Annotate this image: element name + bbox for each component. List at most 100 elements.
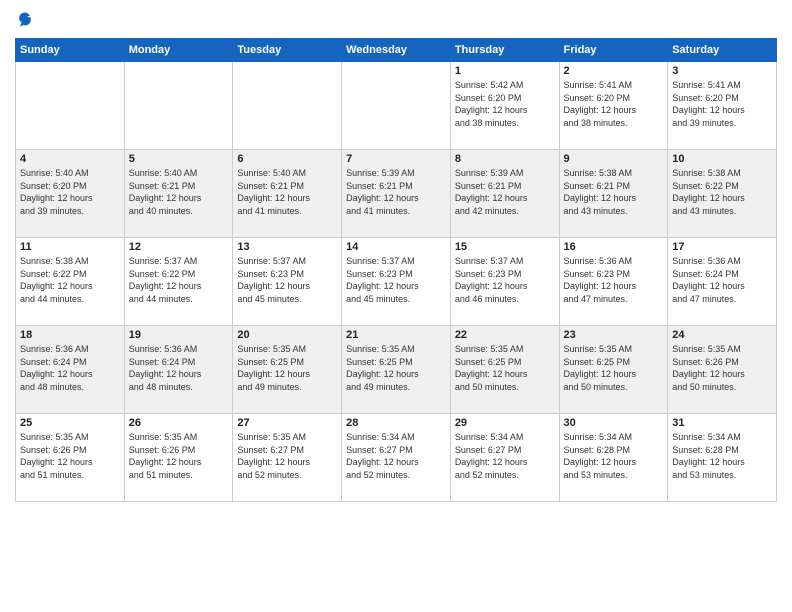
weekday-header-sunday: Sunday bbox=[16, 39, 125, 62]
day-info: Sunrise: 5:35 AM Sunset: 6:26 PM Dayligh… bbox=[20, 431, 120, 481]
day-number: 19 bbox=[129, 329, 229, 341]
calendar-cell: 4 Sunrise: 5:40 AM Sunset: 6:20 PM Daylig… bbox=[16, 150, 125, 238]
calendar-cell: 26 Sunrise: 5:35 AM Sunset: 6:26 PM Dayli… bbox=[124, 414, 233, 502]
day-number: 4 bbox=[20, 153, 120, 165]
day-number: 27 bbox=[237, 417, 337, 429]
day-info: Sunrise: 5:37 AM Sunset: 6:23 PM Dayligh… bbox=[455, 255, 555, 305]
day-number: 20 bbox=[237, 329, 337, 341]
day-info: Sunrise: 5:37 AM Sunset: 6:22 PM Dayligh… bbox=[129, 255, 229, 305]
day-number: 17 bbox=[672, 241, 772, 253]
weekday-header-wednesday: Wednesday bbox=[342, 39, 451, 62]
logo bbox=[15, 10, 39, 30]
day-number: 25 bbox=[20, 417, 120, 429]
calendar-cell: 1 Sunrise: 5:42 AM Sunset: 6:20 PM Daylig… bbox=[450, 62, 559, 150]
day-number: 9 bbox=[564, 153, 664, 165]
logo-bird-icon bbox=[15, 10, 35, 30]
day-number: 11 bbox=[20, 241, 120, 253]
day-number: 23 bbox=[564, 329, 664, 341]
calendar-cell: 6 Sunrise: 5:40 AM Sunset: 6:21 PM Daylig… bbox=[233, 150, 342, 238]
day-info: Sunrise: 5:41 AM Sunset: 6:20 PM Dayligh… bbox=[672, 79, 772, 129]
calendar-cell: 29 Sunrise: 5:34 AM Sunset: 6:27 PM Dayli… bbox=[450, 414, 559, 502]
calendar-cell: 20 Sunrise: 5:35 AM Sunset: 6:25 PM Dayli… bbox=[233, 326, 342, 414]
day-info: Sunrise: 5:36 AM Sunset: 6:24 PM Dayligh… bbox=[129, 343, 229, 393]
day-number: 15 bbox=[455, 241, 555, 253]
day-number: 12 bbox=[129, 241, 229, 253]
calendar-cell: 23 Sunrise: 5:35 AM Sunset: 6:25 PM Dayli… bbox=[559, 326, 668, 414]
calendar-cell: 22Sunrise: 5:35 AM Sunset: 6:25 PM Dayli… bbox=[450, 326, 559, 414]
day-number: 30 bbox=[564, 417, 664, 429]
day-info: Sunrise: 5:39 AM Sunset: 6:21 PM Dayligh… bbox=[455, 167, 555, 217]
day-info: Sunrise: 5:40 AM Sunset: 6:21 PM Dayligh… bbox=[237, 167, 337, 217]
day-number: 8 bbox=[455, 153, 555, 165]
calendar-cell: 8 Sunrise: 5:39 AM Sunset: 6:21 PM Daylig… bbox=[450, 150, 559, 238]
day-number: 2 bbox=[564, 65, 664, 77]
day-info: Sunrise: 5:34 AM Sunset: 6:28 PM Dayligh… bbox=[564, 431, 664, 481]
calendar-cell: 27 Sunrise: 5:35 AM Sunset: 6:27 PM Dayli… bbox=[233, 414, 342, 502]
calendar-week-5: 25 Sunrise: 5:35 AM Sunset: 6:26 PM Dayli… bbox=[16, 414, 777, 502]
day-info: Sunrise: 5:41 AM Sunset: 6:20 PM Dayligh… bbox=[564, 79, 664, 129]
day-info: Sunrise: 5:42 AM Sunset: 6:20 PM Dayligh… bbox=[455, 79, 555, 129]
day-info: Sunrise: 5:35 AM Sunset: 6:25 PM Dayligh… bbox=[455, 343, 555, 393]
calendar-cell: 28 Sunrise: 5:34 AM Sunset: 6:27 PM Dayli… bbox=[342, 414, 451, 502]
calendar-cell: 2 Sunrise: 5:41 AM Sunset: 6:20 PM Daylig… bbox=[559, 62, 668, 150]
calendar-cell: 18 Sunrise: 5:36 AM Sunset: 6:24 PM Dayli… bbox=[16, 326, 125, 414]
calendar-cell: 17 Sunrise: 5:36 AM Sunset: 6:24 PM Dayli… bbox=[668, 238, 777, 326]
day-info: Sunrise: 5:37 AM Sunset: 6:23 PM Dayligh… bbox=[346, 255, 446, 305]
day-info: Sunrise: 5:36 AM Sunset: 6:24 PM Dayligh… bbox=[672, 255, 772, 305]
day-info: Sunrise: 5:35 AM Sunset: 6:25 PM Dayligh… bbox=[237, 343, 337, 393]
day-number: 7 bbox=[346, 153, 446, 165]
calendar-cell bbox=[342, 62, 451, 150]
calendar-cell: 25 Sunrise: 5:35 AM Sunset: 6:26 PM Dayli… bbox=[16, 414, 125, 502]
day-number: 29 bbox=[455, 417, 555, 429]
calendar-cell: 15 Sunrise: 5:37 AM Sunset: 6:23 PM Dayli… bbox=[450, 238, 559, 326]
day-number: 18 bbox=[20, 329, 120, 341]
calendar-header: SundayMondayTuesdayWednesdayThursdayFrid… bbox=[16, 39, 777, 62]
day-info: Sunrise: 5:38 AM Sunset: 6:21 PM Dayligh… bbox=[564, 167, 664, 217]
calendar-week-1: 1 Sunrise: 5:42 AM Sunset: 6:20 PM Daylig… bbox=[16, 62, 777, 150]
calendar-cell: 13 Sunrise: 5:37 AM Sunset: 6:23 PM Dayli… bbox=[233, 238, 342, 326]
day-number: 21 bbox=[346, 329, 446, 341]
day-info: Sunrise: 5:35 AM Sunset: 6:26 PM Dayligh… bbox=[672, 343, 772, 393]
calendar-cell: 10Sunrise: 5:38 AM Sunset: 6:22 PM Dayli… bbox=[668, 150, 777, 238]
day-info: Sunrise: 5:35 AM Sunset: 6:25 PM Dayligh… bbox=[564, 343, 664, 393]
day-number: 31 bbox=[672, 417, 772, 429]
weekday-header-tuesday: Tuesday bbox=[233, 39, 342, 62]
day-number: 1 bbox=[455, 65, 555, 77]
weekday-header-thursday: Thursday bbox=[450, 39, 559, 62]
calendar-body: 1 Sunrise: 5:42 AM Sunset: 6:20 PM Daylig… bbox=[16, 62, 777, 502]
day-number: 3 bbox=[672, 65, 772, 77]
day-number: 6 bbox=[237, 153, 337, 165]
day-number: 13 bbox=[237, 241, 337, 253]
day-info: Sunrise: 5:34 AM Sunset: 6:27 PM Dayligh… bbox=[346, 431, 446, 481]
day-number: 28 bbox=[346, 417, 446, 429]
calendar-cell: 16 Sunrise: 5:36 AM Sunset: 6:23 PM Dayli… bbox=[559, 238, 668, 326]
calendar-cell: 9 Sunrise: 5:38 AM Sunset: 6:21 PM Daylig… bbox=[559, 150, 668, 238]
weekday-header-monday: Monday bbox=[124, 39, 233, 62]
day-info: Sunrise: 5:40 AM Sunset: 6:21 PM Dayligh… bbox=[129, 167, 229, 217]
weekday-header-saturday: Saturday bbox=[668, 39, 777, 62]
day-info: Sunrise: 5:37 AM Sunset: 6:23 PM Dayligh… bbox=[237, 255, 337, 305]
day-info: Sunrise: 5:35 AM Sunset: 6:26 PM Dayligh… bbox=[129, 431, 229, 481]
calendar-cell: 7Sunrise: 5:39 AM Sunset: 6:21 PM Daylig… bbox=[342, 150, 451, 238]
calendar-cell: 24Sunrise: 5:35 AM Sunset: 6:26 PM Dayli… bbox=[668, 326, 777, 414]
day-info: Sunrise: 5:34 AM Sunset: 6:27 PM Dayligh… bbox=[455, 431, 555, 481]
calendar-table: SundayMondayTuesdayWednesdayThursdayFrid… bbox=[15, 38, 777, 502]
day-info: Sunrise: 5:38 AM Sunset: 6:22 PM Dayligh… bbox=[20, 255, 120, 305]
day-info: Sunrise: 5:35 AM Sunset: 6:25 PM Dayligh… bbox=[346, 343, 446, 393]
calendar-week-3: 11 Sunrise: 5:38 AM Sunset: 6:22 PM Dayli… bbox=[16, 238, 777, 326]
day-number: 14 bbox=[346, 241, 446, 253]
day-number: 26 bbox=[129, 417, 229, 429]
calendar-week-2: 4 Sunrise: 5:40 AM Sunset: 6:20 PM Daylig… bbox=[16, 150, 777, 238]
weekday-row: SundayMondayTuesdayWednesdayThursdayFrid… bbox=[16, 39, 777, 62]
day-number: 10 bbox=[672, 153, 772, 165]
calendar-cell bbox=[16, 62, 125, 150]
day-number: 16 bbox=[564, 241, 664, 253]
calendar-week-4: 18 Sunrise: 5:36 AM Sunset: 6:24 PM Dayli… bbox=[16, 326, 777, 414]
day-info: Sunrise: 5:36 AM Sunset: 6:24 PM Dayligh… bbox=[20, 343, 120, 393]
calendar-cell: 30 Sunrise: 5:34 AM Sunset: 6:28 PM Dayli… bbox=[559, 414, 668, 502]
calendar-cell: 21 Sunrise: 5:35 AM Sunset: 6:25 PM Dayli… bbox=[342, 326, 451, 414]
calendar-cell: 5Sunrise: 5:40 AM Sunset: 6:21 PM Daylig… bbox=[124, 150, 233, 238]
day-info: Sunrise: 5:35 AM Sunset: 6:27 PM Dayligh… bbox=[237, 431, 337, 481]
day-info: Sunrise: 5:40 AM Sunset: 6:20 PM Dayligh… bbox=[20, 167, 120, 217]
day-info: Sunrise: 5:36 AM Sunset: 6:23 PM Dayligh… bbox=[564, 255, 664, 305]
